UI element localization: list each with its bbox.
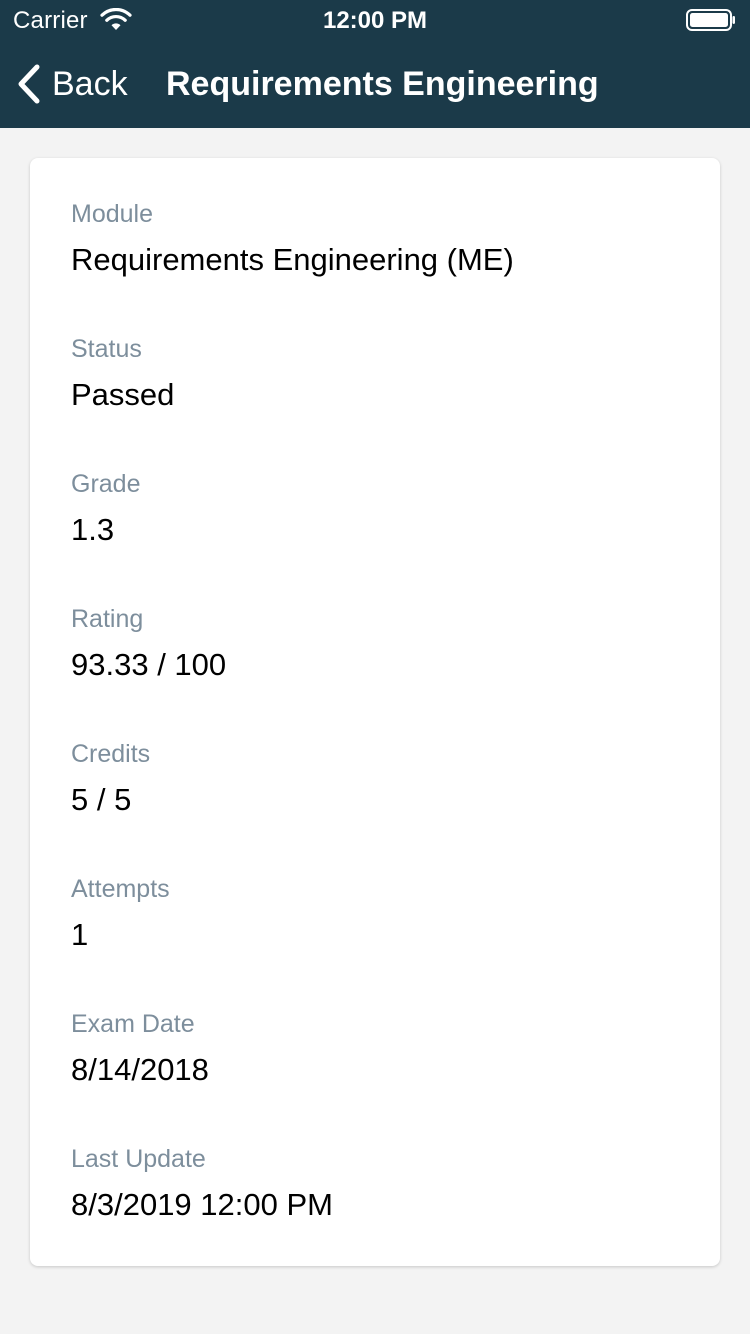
field-label-attempts: Attempts: [71, 875, 170, 903]
field-label-credits: Credits: [71, 740, 151, 768]
rating-field: Rating 93.33 / 100: [71, 604, 226, 684]
back-label: Back: [52, 65, 128, 103]
field-label-exam-date: Exam Date: [71, 1010, 195, 1038]
top-bar: Carrier 12:00 PM Back Requirements Engin…: [0, 0, 750, 128]
field-label-status: Status: [71, 335, 142, 363]
status-bar: Carrier 12:00 PM: [0, 0, 750, 40]
back-button[interactable]: Back: [16, 62, 128, 106]
field-value-module: Requirements Engineering (ME): [71, 242, 514, 277]
field-label-grade: Grade: [71, 470, 141, 498]
status-time: 12:00 PM: [322, 7, 428, 34]
navigation-bar: Back Requirements Engineering: [0, 40, 750, 128]
grade-field: Grade 1.3: [71, 469, 140, 549]
page-title: Requirements Engineering: [166, 65, 599, 103]
field-label-last-update: Last Update: [71, 1145, 206, 1173]
field-label-module: Module: [71, 200, 153, 228]
module-field: Module Requirements Engineering (ME): [71, 199, 514, 279]
exam-date-field: Exam Date 8/14/2018: [71, 1009, 209, 1089]
battery-icon: [686, 9, 735, 31]
module-details-card: Module Requirements Engineering (ME) Sta…: [30, 158, 720, 1266]
field-value-rating: 93.33 / 100: [71, 647, 227, 682]
field-value-attempts: 1: [71, 917, 89, 952]
field-label-rating: Rating: [71, 605, 144, 633]
attempts-field: Attempts 1: [71, 874, 170, 954]
credits-field: Credits 5 / 5: [71, 739, 150, 819]
field-value-credits: 5 / 5: [71, 782, 132, 817]
status-field: Status Passed: [71, 334, 174, 414]
field-value-grade: 1.3: [71, 512, 115, 547]
field-value-exam-date: 8/14/2018: [71, 1052, 209, 1087]
field-value-last-update: 8/3/2019 12:00 PM: [71, 1187, 333, 1222]
field-value-status: Passed: [71, 377, 175, 412]
last-update-field: Last Update 8/3/2019 12:00 PM: [71, 1144, 333, 1224]
chevron-left-icon: [18, 64, 40, 104]
